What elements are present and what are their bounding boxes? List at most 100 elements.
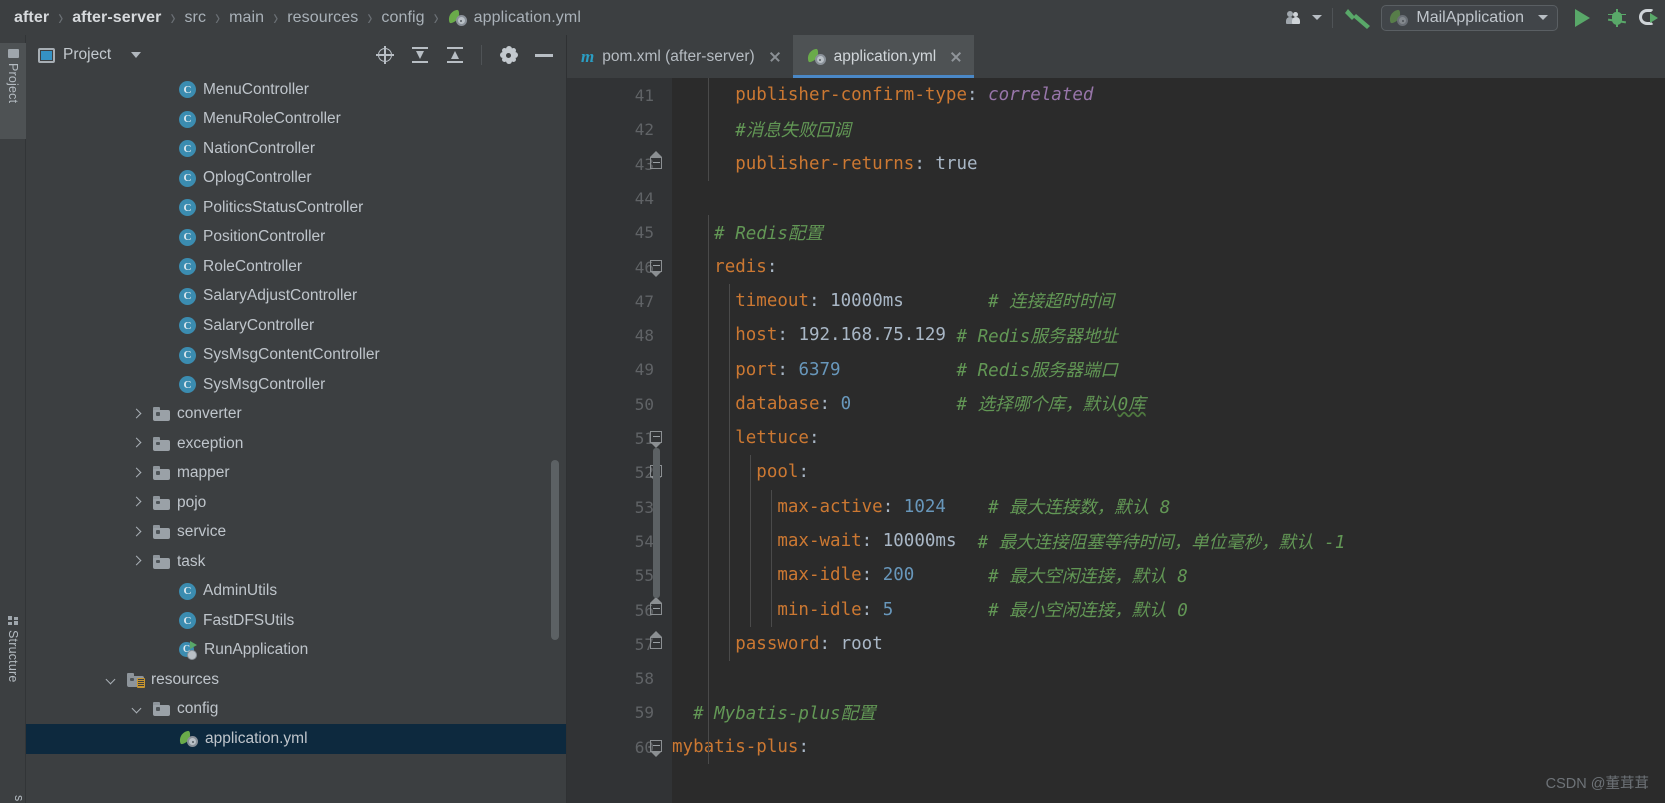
tree-item[interactable]: C MenuRoleController: [26, 105, 567, 135]
tree-item[interactable]: pojo: [26, 488, 567, 518]
close-icon[interactable]: [767, 49, 783, 65]
editor-tab[interactable]: application.yml: [792, 35, 975, 78]
chevron-down-icon[interactable]: [104, 673, 118, 687]
build-button[interactable]: [1343, 0, 1373, 35]
editor-tab[interactable]: m pom.xml (after-server): [567, 35, 793, 78]
close-icon[interactable]: [948, 49, 964, 65]
tree-item[interactable]: C RoleController: [26, 252, 567, 282]
code-line[interactable]: port: 6379 # Redis服务器端口: [672, 352, 1118, 386]
code-line[interactable]: # Mybatis-plus配置: [672, 695, 876, 729]
tree-item[interactable]: config: [26, 695, 567, 725]
class-file-icon: C: [179, 258, 196, 276]
editor-vertical-scrollbar[interactable]: [653, 448, 660, 598]
code-line[interactable]: timeout: 10000ms # 连接超时时间: [672, 284, 1114, 318]
tool-window-project[interactable]: Project: [0, 43, 26, 139]
tree-item[interactable]: C SalaryController: [26, 311, 567, 341]
tool-window-partial-label[interactable]: s: [0, 795, 26, 801]
project-tree-scrollbar[interactable]: [551, 460, 559, 640]
tree-item[interactable]: C FastDFSUtils: [26, 606, 567, 636]
editor-gutter[interactable]: 41 42 43 44 45 46 47 48 49 50 51 52 53 54 55 56 57 58 59 60: [567, 78, 672, 803]
tree-item[interactable]: converter: [26, 400, 567, 430]
code-line[interactable]: password: root: [672, 627, 883, 661]
chevron-right-icon[interactable]: [130, 555, 144, 569]
tree-item[interactable]: C NationController: [26, 134, 567, 164]
people-button[interactable]: [1286, 0, 1323, 35]
code-fold-marker[interactable]: [650, 259, 663, 277]
tree-item[interactable]: C SysMsgController: [26, 370, 567, 400]
code-line[interactable]: publisher-confirm-type: correlated: [672, 78, 1093, 112]
breadcrumb-item-src[interactable]: src: [184, 9, 206, 27]
debug-button[interactable]: [1599, 0, 1635, 35]
code-line[interactable]: database: 0 # 选择哪个库，默认 0库: [672, 387, 1145, 421]
breadcrumb-item-config[interactable]: config: [381, 9, 424, 27]
tree-item[interactable]: exception: [26, 429, 567, 459]
breadcrumb-item-after-server[interactable]: after-server: [72, 9, 161, 27]
run-button[interactable]: [1566, 0, 1599, 35]
collapse-all-icon[interactable]: [446, 46, 464, 64]
expand-all-icon[interactable]: [411, 46, 429, 64]
chevron-right-icon[interactable]: [130, 466, 144, 480]
breadcrumb-separator: ›: [367, 4, 373, 31]
spring-app-icon: [1388, 9, 1409, 26]
settings-icon[interactable]: [499, 46, 518, 65]
code-fold-marker[interactable]: [650, 150, 663, 170]
code-line[interactable]: host: 192.168.75.129 # Redis服务器地址: [672, 318, 1118, 352]
chevron-right-icon[interactable]: [130, 496, 144, 510]
spring-yml-icon: [805, 48, 826, 65]
tree-item[interactable]: C RunApplication: [26, 636, 567, 666]
code-token: :: [861, 531, 883, 552]
code-fold-marker[interactable]: [650, 596, 663, 616]
code-fold-marker[interactable]: [650, 630, 663, 650]
chevron-down-icon[interactable]: [130, 702, 144, 716]
code-fold-marker[interactable]: [650, 431, 663, 448]
tree-item[interactable]: C PositionController: [26, 223, 567, 253]
project-view-selector[interactable]: Project: [38, 46, 142, 64]
tree-item[interactable]: C SysMsgContentController: [26, 341, 567, 371]
code-line[interactable]: redis:: [672, 250, 777, 284]
breadcrumb-item-after[interactable]: after: [14, 9, 49, 27]
hide-icon[interactable]: [535, 46, 553, 64]
coverage-button[interactable]: [1635, 0, 1665, 35]
code-line[interactable]: publisher-returns: true: [672, 147, 977, 181]
breadcrumb-item-file[interactable]: application.yml: [446, 9, 581, 27]
chevron-down-icon: [131, 52, 142, 58]
line-number: 60: [634, 737, 654, 757]
tree-item-label: pojo: [177, 493, 207, 511]
line-number: 53: [634, 497, 654, 517]
project-tree[interactable]: C MenuController C MenuRoleController C Natio…: [26, 75, 567, 803]
run-configuration-selector[interactable]: MailApplication: [1381, 4, 1558, 31]
chevron-right-icon[interactable]: [130, 407, 144, 421]
tree-item-label: SysMsgContentController: [203, 346, 380, 364]
tree-item[interactable]: C OplogController: [26, 164, 567, 194]
tree-item[interactable]: mapper: [26, 459, 567, 489]
tree-item[interactable]: service: [26, 518, 567, 548]
line-number: 56: [634, 600, 654, 620]
code-line[interactable]: pool:: [672, 455, 809, 489]
chevron-right-icon[interactable]: [130, 525, 144, 539]
chevron-right-icon[interactable]: [130, 437, 144, 451]
locate-icon[interactable]: [376, 46, 394, 64]
code-line[interactable]: max-active: 1024 # 最大连接数，默认 8: [672, 490, 1170, 524]
tree-item[interactable]: resources: [26, 665, 567, 695]
editor-tab-bar: m pom.xml (after-server) application.yml: [567, 35, 1665, 78]
toolbar-right-group: MailApplication: [1286, 0, 1665, 35]
code-viewport[interactable]: 41 42 43 44 45 46 47 48 49 50 51 52 53 54 55 56 57 58 59 60…: [567, 78, 1665, 803]
tree-item-label: service: [177, 523, 227, 541]
breadcrumb-item-resources[interactable]: resources: [287, 9, 358, 27]
code-fold-marker[interactable]: [650, 739, 663, 757]
code-line[interactable]: mybatis-plus:: [672, 730, 809, 764]
tree-item[interactable]: application.yml: [26, 724, 567, 754]
tree-item[interactable]: task: [26, 547, 567, 577]
tree-item[interactable]: C AdminUtils: [26, 577, 567, 607]
code-line[interactable]: #消息失败回调: [672, 112, 851, 146]
tree-item[interactable]: C SalaryAdjustController: [26, 282, 567, 312]
code-line[interactable]: max-wait: 10000ms # 最大连接阻塞等待时间，单位毫秒，默认 -…: [672, 524, 1345, 558]
tree-item[interactable]: C MenuController: [26, 75, 567, 105]
code-line[interactable]: lettuce:: [672, 421, 819, 455]
code-line[interactable]: # Redis配置: [672, 215, 823, 249]
breadcrumb-item-main[interactable]: main: [229, 9, 264, 27]
tree-item[interactable]: C PoliticsStatusController: [26, 193, 567, 223]
tool-window-structure[interactable]: Structure: [0, 610, 26, 720]
